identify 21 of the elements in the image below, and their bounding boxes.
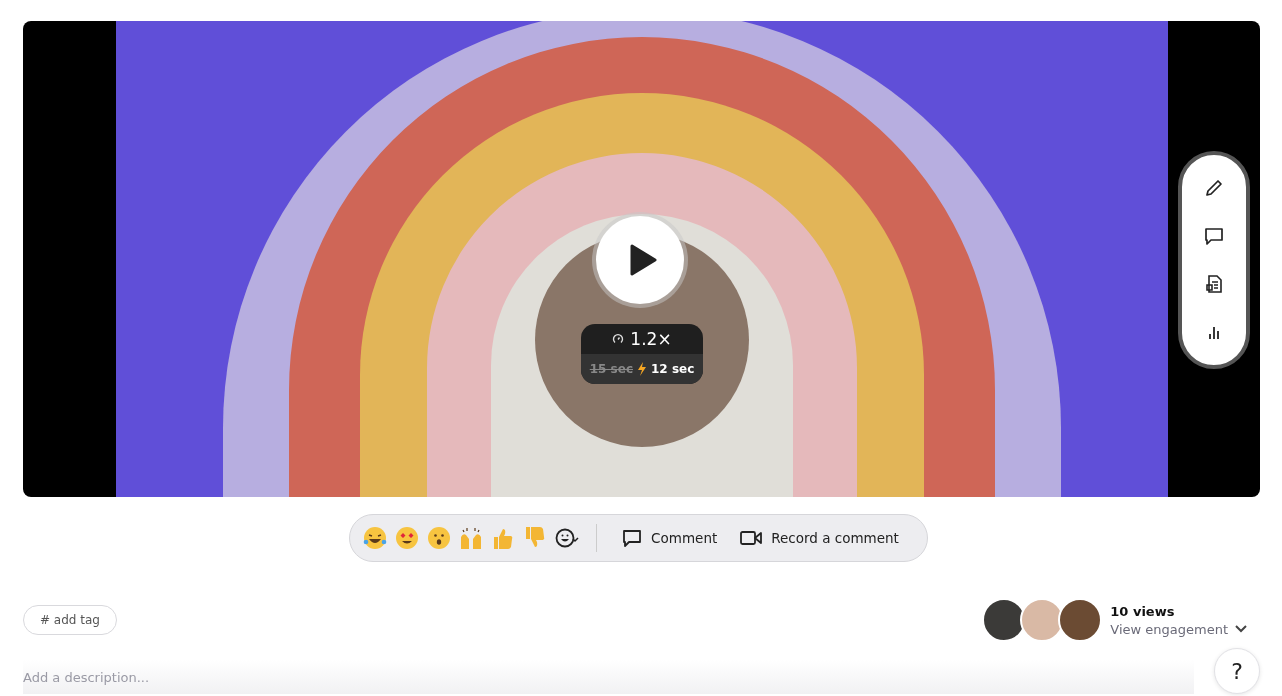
play-icon: [629, 244, 657, 276]
chevron-down-icon: [1234, 624, 1248, 634]
surprised-face-icon[interactable]: [426, 525, 453, 551]
comment-button[interactable]: Comment: [613, 527, 726, 549]
add-tag-button[interactable]: # add tag: [23, 605, 117, 635]
laughing-face-icon[interactable]: [362, 525, 389, 551]
view-count: 10 views: [1110, 603, 1176, 619]
heart-eyes-face-icon[interactable]: [394, 525, 421, 551]
original-duration: 15 sec: [589, 362, 633, 376]
pencil-icon: [1203, 177, 1225, 199]
new-duration: 12 sec: [651, 362, 695, 376]
view-engagement-button[interactable]: View engagement: [1110, 621, 1248, 637]
help-button[interactable]: ?: [1214, 648, 1260, 694]
record-comment-button[interactable]: Record a comment: [731, 527, 907, 549]
document-icon: [1203, 273, 1225, 295]
gauge-icon: [612, 333, 625, 345]
video-player[interactable]: 1.2× 15 sec 12 sec: [23, 21, 1260, 497]
speech-bubble-icon: [621, 527, 644, 549]
lightning-icon: [637, 362, 647, 376]
speech-bubble-icon: [1203, 225, 1225, 247]
speed-value: 1.2×: [630, 329, 672, 349]
